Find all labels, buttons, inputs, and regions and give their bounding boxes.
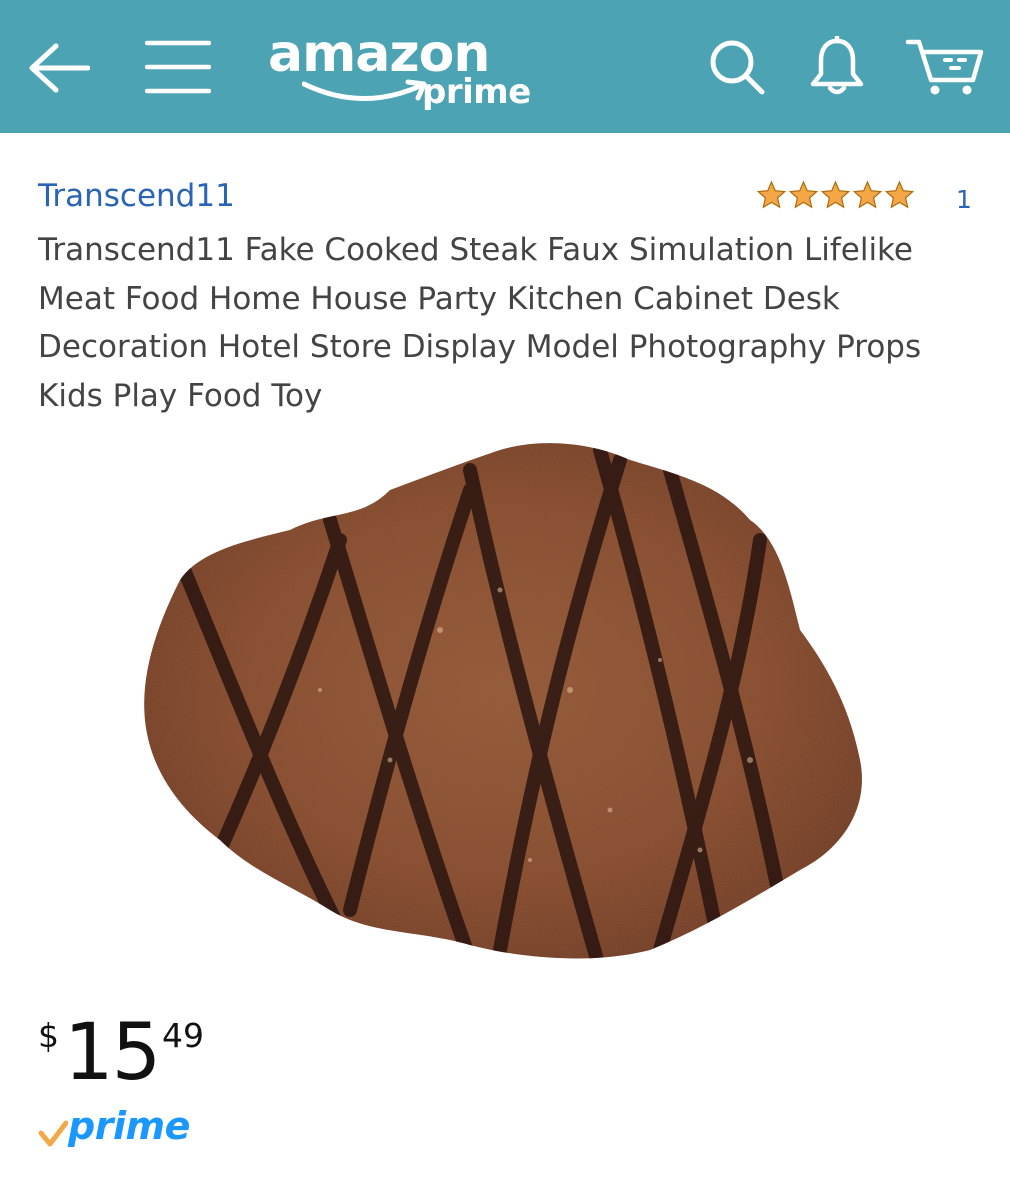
amazon-prime-logo[interactable]: amazon prime	[268, 20, 538, 120]
seller-link[interactable]: Transcend11	[38, 176, 235, 216]
product-image[interactable]	[140, 430, 880, 974]
top-bar: amazon prime	[0, 0, 1010, 133]
star-icon	[820, 180, 851, 209]
price-whole: 15	[64, 1008, 161, 1098]
logo-prime-text: prime	[422, 72, 531, 112]
bell-icon[interactable]	[808, 36, 866, 98]
price-currency: $	[38, 1016, 59, 1055]
cart-icon[interactable]	[905, 36, 985, 98]
price-fraction: 49	[162, 1016, 204, 1055]
logo-smile-icon	[301, 78, 432, 112]
hamburger-menu-icon[interactable]	[145, 40, 211, 94]
star-icon	[756, 180, 787, 209]
star-icon	[788, 180, 819, 209]
star-icon	[852, 180, 883, 209]
star-icon	[884, 180, 915, 209]
back-arrow-icon[interactable]	[26, 40, 90, 96]
prime-label: prime	[68, 1104, 190, 1148]
rating-count[interactable]: 1	[956, 185, 972, 215]
star-rating[interactable]	[756, 178, 916, 212]
product-title: Transcend11 Fake Cooked Steak Faux Simul…	[38, 232, 922, 414]
search-icon[interactable]	[708, 38, 766, 96]
checkmark-icon	[38, 1120, 69, 1152]
